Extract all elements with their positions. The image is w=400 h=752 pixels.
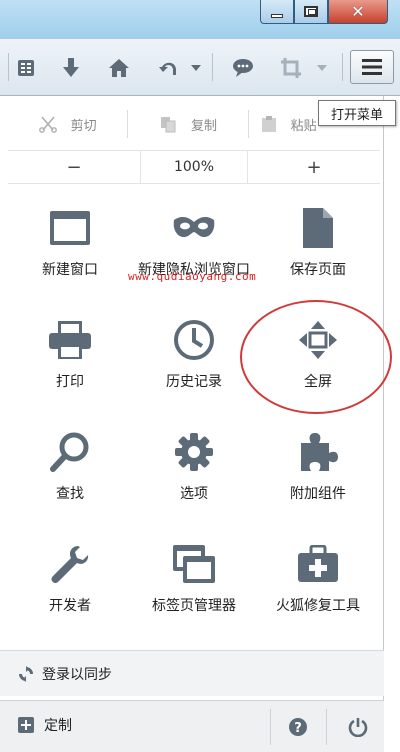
power-icon — [348, 718, 368, 737]
tabs-icon — [173, 545, 215, 583]
options-label: 选项 — [180, 486, 208, 502]
dropdown-icon — [317, 65, 327, 71]
annotation-circle — [240, 300, 392, 414]
toolbar-separator — [212, 53, 213, 81]
footer-separator — [326, 709, 327, 745]
find-label: 查找 — [56, 486, 84, 502]
customize-button[interactable]: 定制 — [18, 715, 72, 735]
crop-icon — [281, 58, 301, 78]
download-arrow-icon — [63, 58, 79, 77]
options-button[interactable]: 选项 — [132, 420, 256, 520]
repair-tool-button[interactable]: 火狐修复工具 — [256, 532, 380, 632]
chat-button[interactable] — [228, 53, 258, 83]
open-menu-tooltip: 打开菜单 — [318, 100, 396, 126]
history-label: 历史记录 — [166, 374, 222, 390]
plus-square-icon — [18, 717, 34, 733]
hamburger-menu-icon — [362, 59, 382, 75]
cut-label: 剪切 — [70, 118, 97, 134]
print-button[interactable]: 打印 — [8, 308, 132, 408]
new-window-button[interactable]: 新建窗口 — [8, 196, 132, 296]
speech-bubble-icon — [233, 59, 253, 77]
toolbar-separator — [8, 53, 9, 81]
undo-dropdown[interactable] — [186, 53, 206, 83]
reader-icon — [18, 60, 34, 76]
footer-separator — [270, 709, 271, 745]
scissors-icon — [38, 116, 57, 133]
puzzle-icon — [301, 433, 338, 471]
reader-button[interactable] — [11, 53, 41, 83]
print-label: 打印 — [56, 374, 84, 390]
copy-label: 复制 — [190, 118, 217, 134]
tab-manager-button[interactable]: 标签页管理器 — [132, 532, 256, 632]
repair-tool-label: 火狐修复工具 — [276, 598, 360, 614]
open-menu-button[interactable] — [350, 50, 394, 84]
minimize-button[interactable] — [260, 0, 294, 24]
wrench-icon — [51, 546, 89, 584]
main-menu-panel: 剪切 复制 粘贴 − 100% + 新建窗口 新建隐私浏览窗口 保存页面 打印 … — [0, 96, 384, 752]
find-button[interactable]: 查找 — [8, 420, 132, 520]
navigation-toolbar — [0, 38, 400, 96]
window-titlebar: ✕ — [0, 0, 400, 38]
customize-label: 定制 — [44, 718, 72, 734]
toolbox-icon — [298, 545, 338, 582]
developer-button[interactable]: 开发者 — [8, 532, 132, 632]
downloads-button[interactable] — [56, 53, 86, 83]
undo-icon — [159, 62, 176, 75]
clock-icon — [174, 320, 214, 360]
printer-icon — [49, 321, 91, 359]
maximize-button[interactable] — [294, 0, 328, 24]
menu-footer: 定制 ? — [0, 700, 384, 752]
addons-button[interactable]: 附加组件 — [256, 420, 380, 520]
home-button[interactable] — [104, 53, 134, 83]
svg-text:?: ? — [294, 721, 302, 736]
copy-button[interactable]: 复制 — [128, 110, 249, 138]
clipboard-icon — [261, 116, 276, 132]
tab-manager-label: 标签页管理器 — [152, 598, 236, 614]
developer-label: 开发者 — [49, 598, 91, 614]
mask-icon — [173, 216, 215, 238]
save-page-button[interactable]: 保存页面 — [256, 196, 380, 296]
gear-icon — [175, 433, 213, 471]
dropdown-icon — [191, 65, 201, 71]
quit-button[interactable] — [344, 713, 372, 741]
sign-in-sync-button[interactable]: 登录以同步 — [0, 650, 384, 696]
zoom-controls: − 100% + — [8, 150, 380, 184]
sync-label: 登录以同步 — [42, 666, 112, 683]
maximize-icon — [304, 6, 318, 17]
sync-icon — [19, 665, 33, 682]
close-icon: ✕ — [351, 1, 365, 21]
window-icon — [50, 211, 90, 245]
help-icon: ? — [289, 718, 307, 736]
undo-button[interactable] — [154, 53, 184, 83]
crop-button[interactable] — [276, 53, 306, 83]
copy-icon — [160, 117, 176, 133]
help-button[interactable]: ? — [284, 713, 312, 741]
history-button[interactable]: 历史记录 — [132, 308, 256, 408]
toolbar-separator — [342, 53, 343, 81]
save-page-label: 保存页面 — [290, 262, 346, 278]
close-window-button[interactable]: ✕ — [328, 0, 388, 24]
zoom-out-button[interactable]: − — [8, 151, 140, 183]
zoom-reset-button[interactable]: 100% — [140, 151, 248, 183]
watermark-text: www.qudiaoyang.com — [128, 270, 257, 283]
magnifier-icon — [50, 432, 89, 472]
zoom-in-button[interactable]: + — [248, 151, 380, 183]
new-window-label: 新建窗口 — [42, 262, 98, 278]
addons-label: 附加组件 — [290, 486, 346, 502]
crop-dropdown[interactable] — [312, 53, 332, 83]
minimize-icon — [271, 13, 283, 18]
home-icon — [109, 59, 129, 77]
page-icon — [303, 208, 333, 248]
paste-label: 粘贴 — [290, 118, 317, 134]
cut-button[interactable]: 剪切 — [8, 110, 129, 138]
